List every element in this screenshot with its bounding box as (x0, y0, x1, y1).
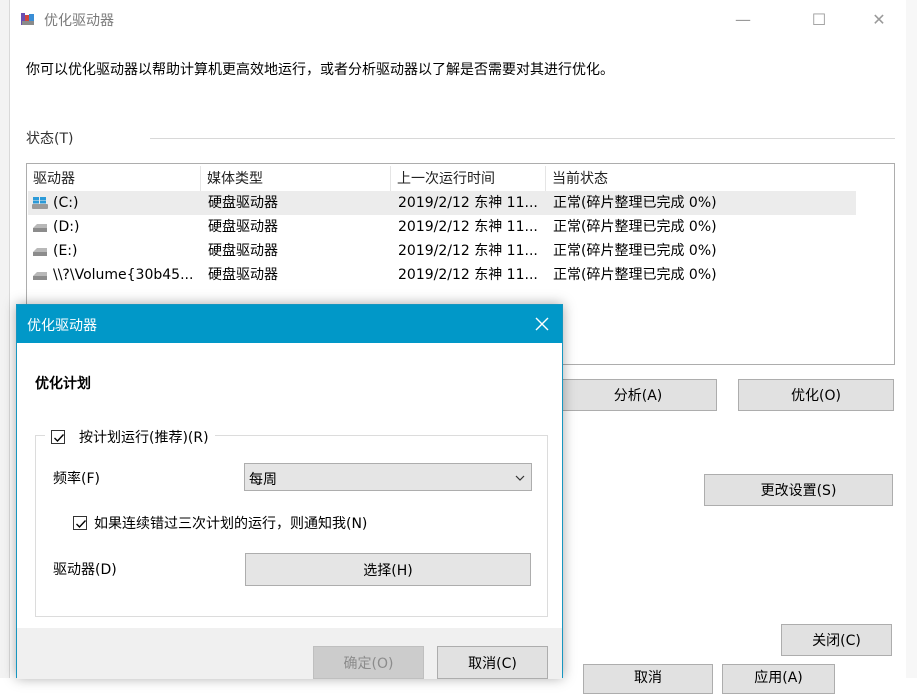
dialog-title: 优化驱动器 (27, 318, 97, 334)
drive-media-type: 硬盘驱动器 (208, 195, 278, 211)
optimization-schedule-dialog: 优化驱动器 优化计划 按计划运行(推荐)(R) 频率(F) 每周 如果连续错过三… (16, 304, 563, 679)
background-cancel-button[interactable]: 取消 (583, 664, 713, 694)
drive-last-run: 2019/2/12 东神 11... (398, 219, 538, 235)
drive-media-type: 硬盘驱动器 (208, 243, 278, 259)
drive-row-d[interactable]: (D:) 硬盘驱动器 2019/2/12 东神 11... 正常(碎片整理已完成… (28, 215, 856, 239)
drive-row-volume[interactable]: \\?\Volume{30b45... 硬盘驱动器 2019/2/12 东神 1… (28, 263, 856, 287)
hard-drive-icon (33, 272, 47, 280)
status-label: 状态(T) (26, 131, 74, 147)
drive-last-run: 2019/2/12 东神 11... (398, 267, 538, 283)
window-title: 优化驱动器 (44, 13, 114, 29)
defrag-app-icon (21, 13, 34, 25)
drive-media-type: 硬盘驱动器 (208, 267, 278, 283)
choose-drives-button[interactable]: 选择(H) (245, 553, 531, 586)
run-on-schedule-checkbox[interactable]: 按计划运行(推荐)(R) (45, 425, 215, 449)
change-settings-button[interactable]: 更改设置(S) (704, 474, 893, 506)
drive-last-run: 2019/2/12 东神 11... (398, 195, 538, 211)
drive-status: 正常(碎片整理已完成 0%) (553, 267, 717, 283)
close-button[interactable]: 关闭(C) (781, 624, 892, 656)
drive-status: 正常(碎片整理已完成 0%) (553, 243, 717, 259)
description-text: 你可以优化驱动器以帮助计算机更高效地运行，或者分析驱动器以了解是否需要对其进行优… (26, 62, 614, 78)
drive-name: (D:) (53, 219, 80, 235)
checkbox-checked-icon (73, 516, 87, 530)
column-header-last-run[interactable]: 上一次运行时间 (391, 166, 546, 192)
drive-status: 正常(碎片整理已完成 0%) (553, 219, 717, 235)
hard-drive-icon (33, 248, 47, 256)
notify-label: 如果连续错过三次计划的运行，则通知我(N) (94, 516, 368, 532)
frequency-select[interactable]: 每周 (244, 463, 532, 491)
dialog-footer: 确定(O) 取消(C) (17, 628, 562, 679)
drive-row-c[interactable]: (C:) 硬盘驱动器 2019/2/12 东神 11... 正常(碎片整理已完成… (28, 191, 856, 215)
title-bar: 优化驱动器 — ☐ ✕ (10, 0, 906, 38)
chevron-down-icon (515, 475, 525, 481)
notify-checkbox[interactable]: 如果连续错过三次计划的运行，则通知我(N) (73, 513, 367, 533)
ok-button[interactable]: 确定(O) (313, 646, 424, 679)
dialog-body: 优化计划 按计划运行(推荐)(R) 频率(F) 每周 如果连续错过三次计划的运行… (17, 343, 562, 628)
run-on-schedule-label: 按计划运行(推荐)(R) (79, 430, 209, 446)
drive-name: (C:) (53, 195, 79, 211)
column-header-media-type[interactable]: 媒体类型 (201, 166, 391, 192)
section-title: 优化计划 (35, 376, 91, 392)
drive-name: \\?\Volume{30b45... (53, 267, 194, 283)
column-header-current-status[interactable]: 当前状态 (546, 166, 857, 192)
dialog-title-bar: 优化驱动器 (17, 305, 562, 343)
drive-status: 正常(碎片整理已完成 0%) (553, 195, 717, 211)
column-header-drive[interactable]: 驱动器 (27, 166, 201, 192)
maximize-button[interactable]: ☐ (796, 0, 842, 38)
drive-row-e[interactable]: (E:) 硬盘驱动器 2019/2/12 东神 11... 正常(碎片整理已完成… (28, 239, 856, 263)
close-icon[interactable] (522, 305, 562, 343)
status-divider (150, 138, 895, 139)
frequency-label: 频率(F) (53, 471, 100, 487)
system-drive-icon (32, 197, 48, 209)
checkbox-checked-icon (51, 430, 65, 444)
frequency-value: 每周 (249, 472, 277, 488)
analyze-button[interactable]: 分析(A) (559, 379, 717, 411)
optimize-button[interactable]: 优化(O) (738, 379, 894, 411)
cancel-button[interactable]: 取消(C) (437, 646, 548, 679)
background-apply-button[interactable]: 应用(A) (722, 664, 835, 694)
drive-media-type: 硬盘驱动器 (208, 219, 278, 235)
drives-label: 驱动器(D) (53, 562, 117, 578)
background-window-edge-right (905, 0, 917, 678)
hard-drive-icon (33, 224, 47, 232)
minimize-button[interactable]: — (720, 0, 766, 38)
close-window-button[interactable]: ✕ (856, 0, 902, 38)
drive-name: (E:) (53, 243, 78, 259)
drive-last-run: 2019/2/12 东神 11... (398, 243, 538, 259)
